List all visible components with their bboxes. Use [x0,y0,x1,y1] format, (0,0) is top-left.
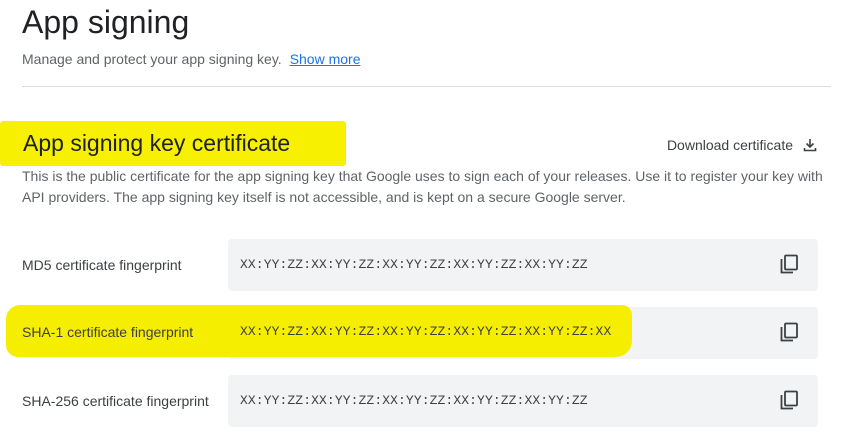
sha256-label: SHA-256 certificate fingerprint [22,393,209,409]
sha1-value[interactable]: XX:YY:ZZ:XX:YY:ZZ:XX:YY:ZZ:XX:YY:ZZ:XX:Y… [240,323,611,341]
app-signing-page: App signing Manage and protect your app … [0,0,845,441]
page-title: App signing [22,4,190,40]
subtitle-text: Manage and protect your app signing key. [22,51,282,67]
download-certificate-button[interactable]: Download certificate [667,137,817,153]
page-subtitle: Manage and protect your app signing key.… [22,50,361,68]
copy-md5-button[interactable] [776,253,802,279]
copy-icon [778,321,800,348]
copy-sha1-button[interactable] [776,321,802,347]
sha256-value[interactable]: XX:YY:ZZ:XX:YY:ZZ:XX:YY:ZZ:XX:YY:ZZ:XX:Y… [240,392,588,410]
section-title: App signing key certificate [23,130,291,156]
sha1-label: SHA-1 certificate fingerprint [22,324,194,340]
md5-label: MD5 certificate fingerprint [22,257,182,273]
md5-value[interactable]: XX:YY:ZZ:XX:YY:ZZ:XX:YY:ZZ:XX:YY:ZZ:XX:Y… [240,256,588,274]
section-description: This is the public certificate for the a… [22,168,823,205]
copy-icon [778,253,800,280]
show-more-link[interactable]: Show more [290,51,361,67]
copy-sha256-button[interactable] [776,389,802,415]
divider [22,86,831,87]
download-certificate-label: Download certificate [666,137,793,153]
download-icon [803,138,817,152]
copy-icon [778,389,800,416]
